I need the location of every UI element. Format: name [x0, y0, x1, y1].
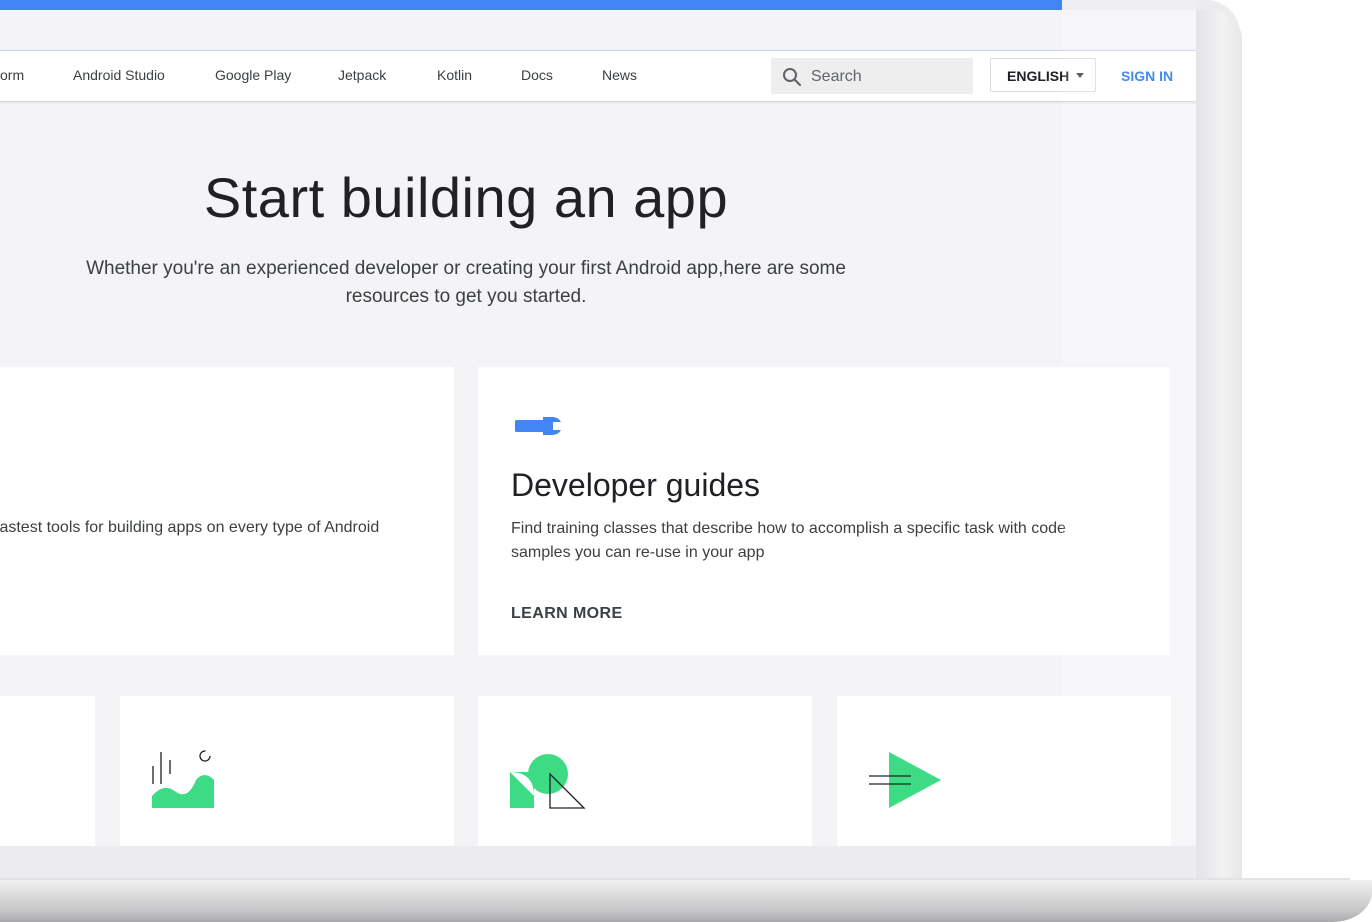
- nav-item-platform[interactable]: orm: [0, 67, 24, 83]
- search-icon: [783, 68, 802, 87]
- card-developer-guides[interactable]: Developer guides Find training classes t…: [478, 367, 1170, 655]
- wrench-icon: [515, 417, 561, 435]
- resource-card-play[interactable]: [837, 696, 1171, 846]
- laptop-frame-edge: [1196, 10, 1242, 880]
- top-accent-bar: [0, 0, 1062, 10]
- search-placeholder: Search: [811, 68, 862, 85]
- resource-card-partial[interactable]: [0, 696, 95, 846]
- dropdown-caret-icon: [1076, 73, 1084, 78]
- nav-item-google-play[interactable]: Google Play: [215, 67, 291, 83]
- nav-item-kotlin[interactable]: Kotlin: [437, 67, 472, 83]
- top-navigation: orm Android Studio Google Play Jetpack K…: [0, 50, 1196, 102]
- search-input[interactable]: Search: [771, 58, 973, 94]
- resource-card-chart[interactable]: [120, 696, 454, 846]
- language-selector[interactable]: ENGLISH: [990, 58, 1096, 92]
- learn-more-link[interactable]: LEARN MORE: [511, 605, 623, 623]
- page-title: Start building an app: [203, 166, 729, 229]
- browser-screen: orm Android Studio Google Play Jetpack K…: [0, 10, 1196, 846]
- card-title: Developer guides: [511, 467, 761, 503]
- chart-icon: [152, 750, 214, 808]
- shapes-icon: [510, 754, 586, 809]
- nav-item-news[interactable]: News: [602, 67, 637, 83]
- card-description: fastest tools for building apps on every…: [0, 519, 380, 536]
- nav-item-docs[interactable]: Docs: [521, 67, 553, 83]
- card-android-studio[interactable]: fastest tools for building apps on every…: [0, 367, 454, 655]
- nav-item-android-studio[interactable]: Android Studio: [73, 67, 165, 83]
- subtitle-line-1: Whether you're an experienced developer …: [86, 258, 846, 279]
- card-description: Find training classes that describe how …: [511, 520, 1066, 561]
- laptop-base: [0, 880, 1372, 922]
- play-arrow-icon: [869, 752, 941, 808]
- page-subtitle: Whether you're an experienced developer …: [66, 255, 866, 311]
- sign-in-button[interactable]: SIGN IN: [1121, 68, 1173, 84]
- language-label: ENGLISH: [1007, 68, 1070, 84]
- nav-item-jetpack[interactable]: Jetpack: [338, 67, 386, 83]
- resource-card-shapes[interactable]: [478, 696, 812, 846]
- subtitle-line-2: resources to get you started.: [345, 286, 587, 307]
